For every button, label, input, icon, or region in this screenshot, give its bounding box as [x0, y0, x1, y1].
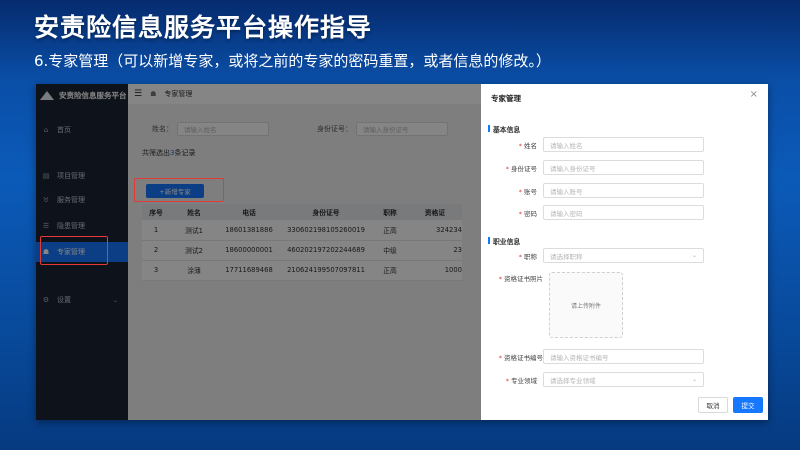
title-select[interactable]: 请选择职称 ⌄: [543, 248, 704, 263]
slide-title: 安责险信息服务平台操作指导: [34, 13, 373, 42]
expert-drawer: 专家管理 × 基本信息 * 姓名 请输入姓名 * 身份证号 请输入身份证号 * 账号 …: [481, 84, 768, 420]
photo-label-text: 资格证书照片: [504, 275, 543, 283]
specialty-label: * 专业领域: [505, 376, 537, 385]
cert-no-input[interactable]: 请输入资格证书编号: [543, 349, 704, 364]
name-label: * 姓名: [518, 141, 537, 150]
form-row-account: * 账号 请输入账号: [481, 183, 768, 198]
title-select-placeholder: 请选择职称: [550, 252, 583, 261]
password-label: * 密码: [518, 209, 537, 218]
password-label-text: 密码: [524, 209, 537, 218]
form-row-photo: * 资格证书照片: [481, 272, 768, 284]
app-screenshot: 安责险信息服务平台 ⌂ 首页 ▤ 项目管理 ♉ 服务管理 ☰ 隐患管理 ☗ 专家…: [36, 84, 768, 420]
account-label-text: 账号: [524, 187, 537, 196]
name-input[interactable]: 请输入姓名: [543, 137, 704, 152]
name-label-text: 姓名: [524, 141, 537, 150]
submit-button[interactable]: 提交: [733, 397, 763, 413]
slide-subtitle: 6.专家管理（可以新增专家，或将之前的专家的密码重置，或者信息的修改。）: [34, 52, 551, 70]
drawer-title: 专家管理: [491, 94, 521, 103]
account-label: * 账号: [518, 187, 537, 196]
form-row-id: * 身份证号 请输入身份证号: [481, 160, 768, 175]
form-row-name: * 姓名 请输入姓名: [481, 137, 768, 152]
specialty-select[interactable]: 请选择专业领域 ⌄: [543, 372, 704, 387]
title-label: * 职称: [518, 252, 537, 261]
chevron-down-icon: ⌄: [691, 376, 697, 383]
title-label-text: 职称: [524, 252, 537, 261]
cert-no-label: * 资格证书编号: [498, 353, 543, 362]
specialty-select-placeholder: 请选择专业领域: [550, 376, 596, 385]
highlight-box-sidebar: [40, 236, 108, 265]
chevron-down-icon: ⌄: [691, 252, 697, 259]
section-career-info: 职业信息: [487, 237, 521, 246]
highlight-box-add-button: [134, 178, 224, 202]
password-input[interactable]: 请输入密码: [543, 205, 704, 220]
id-input[interactable]: 请输入身份证号: [543, 160, 704, 175]
upload-text: 请上传附件: [570, 302, 601, 310]
form-row-specialty: * 专业领域 请选择专业领域 ⌄: [481, 372, 768, 387]
close-icon[interactable]: ×: [750, 89, 758, 100]
section-basic-info: 基本信息: [487, 125, 521, 134]
cancel-button[interactable]: 取消: [698, 397, 728, 413]
form-row-title: * 职称 请选择职称 ⌄: [481, 248, 768, 263]
cert-no-label-text: 资格证书编号: [504, 353, 543, 362]
specialty-label-text: 专业领域: [511, 376, 537, 385]
id-label-text: 身份证号: [511, 164, 537, 173]
form-row-password: * 密码 请输入密码: [481, 205, 768, 220]
account-input[interactable]: 请输入账号: [543, 183, 704, 198]
id-label: * 身份证号: [505, 164, 537, 173]
form-row-cert-no: * 资格证书编号 请输入资格证书编号: [481, 349, 768, 364]
certificate-upload[interactable]: 请上传附件: [549, 272, 623, 338]
photo-label: * 资格证书照片: [498, 275, 543, 283]
